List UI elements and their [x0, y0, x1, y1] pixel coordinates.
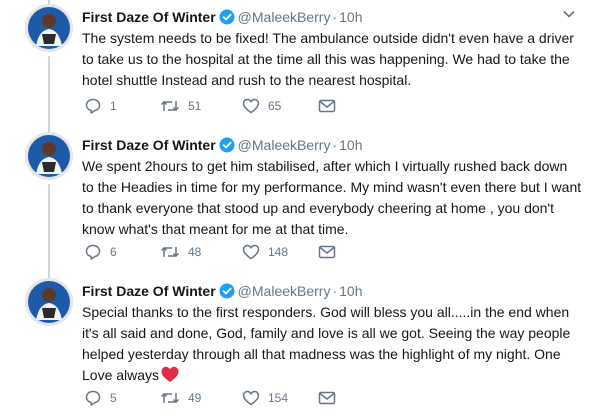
tweet-actions: 5 49 154	[82, 388, 482, 408]
envelope-icon	[318, 98, 336, 114]
reply-button[interactable]: 5	[84, 388, 117, 408]
timestamp[interactable]: 10h	[339, 137, 362, 153]
timestamp[interactable]: 10h	[339, 9, 362, 25]
tweet-actions: 1 51 65	[82, 96, 482, 116]
reply-button[interactable]: 6	[84, 242, 117, 262]
chevron-down-icon[interactable]	[562, 7, 576, 21]
red-heart-emoji-icon	[161, 366, 179, 389]
retweet-button[interactable]: 48	[160, 242, 201, 262]
retweet-count: 51	[188, 99, 202, 113]
heart-icon	[242, 243, 260, 261]
direct-message-button[interactable]	[318, 388, 336, 408]
heart-icon	[242, 97, 260, 115]
reply-count: 6	[110, 245, 117, 259]
like-count: 65	[268, 99, 282, 113]
like-button[interactable]: 65	[242, 96, 281, 116]
avatar[interactable]	[25, 4, 73, 52]
tweet-text-container: Special thanks to the first responders. …	[82, 302, 582, 389]
like-count: 154	[268, 391, 289, 405]
user-handle[interactable]: @MaleekBerry	[238, 137, 331, 153]
display-name[interactable]: First Daze Of Winter	[82, 9, 216, 25]
retweet-icon	[160, 243, 180, 261]
tweet[interactable]: First Daze Of Winter @MaleekBerry · 10h We …	[0, 132, 600, 272]
reply-button[interactable]: 1	[84, 96, 117, 116]
tweet[interactable]: First Daze Of Winter @MaleekBerry · 10h Spe…	[0, 278, 600, 416]
tweet[interactable]: First Daze Of Winter @MaleekBerry · 10h The…	[0, 4, 600, 122]
user-handle[interactable]: @MaleekBerry	[238, 283, 331, 299]
retweet-icon	[160, 389, 180, 407]
separator-dot: ·	[332, 137, 338, 153]
display-name[interactable]: First Daze Of Winter	[82, 137, 216, 153]
reply-count: 5	[110, 391, 117, 405]
envelope-icon	[318, 390, 336, 406]
like-button[interactable]: 148	[242, 242, 288, 262]
avatar[interactable]	[25, 278, 73, 326]
direct-message-button[interactable]	[318, 96, 336, 116]
heart-icon	[242, 389, 260, 407]
verified-badge-icon	[219, 283, 235, 303]
reply-icon	[84, 97, 102, 115]
retweet-count: 49	[188, 391, 202, 405]
tweet-header: First Daze Of Winter @MaleekBerry · 10h	[82, 136, 363, 154]
like-count: 148	[268, 245, 289, 259]
verified-badge-icon	[219, 9, 235, 29]
separator-dot: ·	[332, 283, 338, 299]
direct-message-button[interactable]	[318, 242, 336, 262]
user-handle[interactable]: @MaleekBerry	[238, 9, 331, 25]
reply-icon	[84, 389, 102, 407]
tweet-header: First Daze Of Winter @MaleekBerry · 10h	[82, 8, 363, 26]
tweet-text: Special thanks to the first responders. …	[82, 304, 571, 383]
verified-badge-icon	[219, 137, 235, 157]
avatar[interactable]	[25, 132, 73, 180]
envelope-icon	[318, 244, 336, 260]
retweet-icon	[160, 97, 180, 115]
retweet-button[interactable]: 51	[160, 96, 201, 116]
tweet-text: The system needs to be fixed! The ambula…	[82, 30, 574, 88]
like-button[interactable]: 154	[242, 388, 288, 408]
retweet-count: 48	[188, 245, 202, 259]
tweet-header: First Daze Of Winter @MaleekBerry · 10h	[82, 282, 363, 300]
tweet-text: We spent 2hours to get him stabilised, a…	[82, 158, 582, 237]
reply-count: 1	[110, 99, 117, 113]
tweet-actions: 6 48 148	[82, 242, 482, 262]
separator-dot: ·	[332, 9, 338, 25]
retweet-button[interactable]: 49	[160, 388, 201, 408]
reply-icon	[84, 243, 102, 261]
display-name[interactable]: First Daze Of Winter	[82, 283, 216, 299]
timestamp[interactable]: 10h	[339, 283, 362, 299]
